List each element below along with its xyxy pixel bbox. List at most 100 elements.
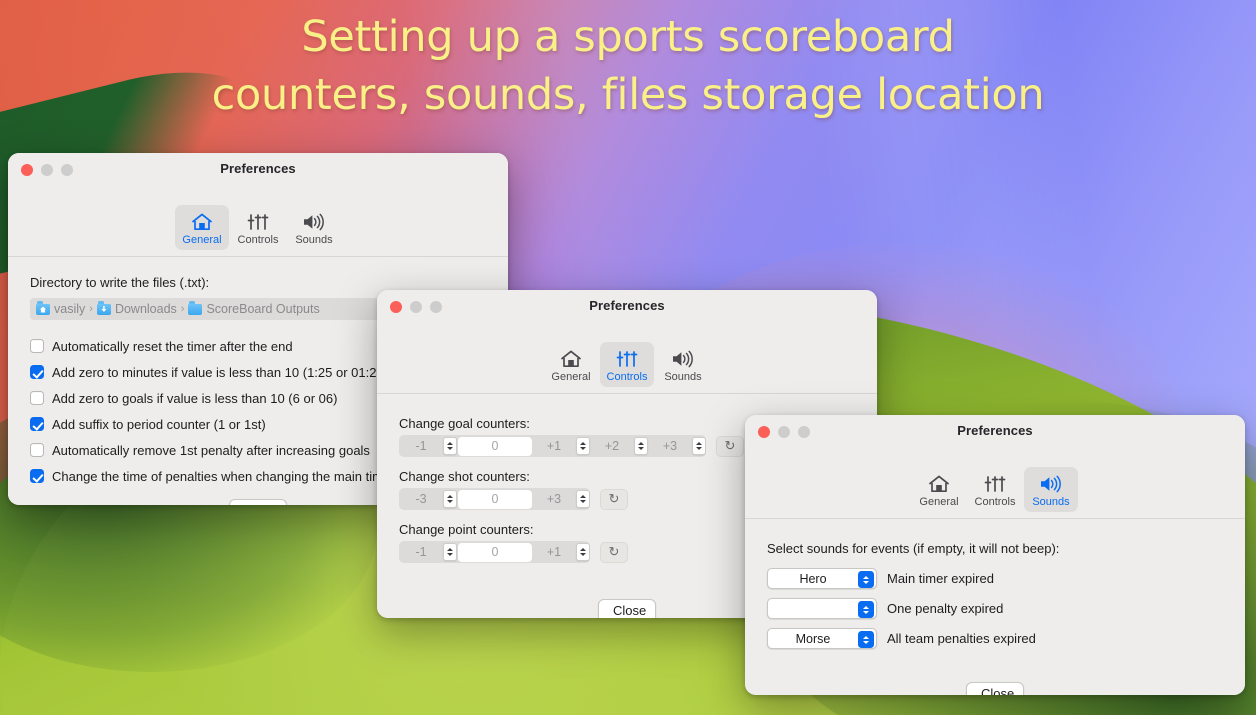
tab-sounds-label: Sounds [295,234,333,246]
home-icon [928,472,950,495]
checkbox-zero-goals[interactable] [30,391,44,405]
point-counter-plus1-label: +1 [546,545,562,559]
tabstrip-controls[interactable]: General Controls Sounds [377,342,877,393]
point-counter-value-field[interactable]: 0 [458,542,532,562]
tab-general[interactable]: General [544,342,598,387]
tab-controls-label: Controls [974,496,1016,508]
home-folder-icon [36,301,50,315]
tabstrip-general[interactable]: General Controls Sounds [8,205,508,256]
tab-general-label: General [919,496,959,508]
sliders-icon [616,347,638,370]
tab-controls-label: Controls [237,234,279,246]
checkbox-remove-penalty[interactable] [30,443,44,457]
chevron-updown-icon [858,601,874,618]
sound-row-main-timer[interactable]: Hero Main timer expired [767,568,1223,589]
reset-arrow-icon: ↻ [608,544,620,559]
point-counter-minus1-label: -1 [415,545,427,559]
sliders-icon [984,472,1006,495]
goal-counters-reset-button[interactable]: ↻ [716,435,744,457]
sound-select-main-timer[interactable]: Hero [767,568,877,589]
point-counter-minus1-group[interactable]: -1 0 +1 [399,541,590,563]
goal-counter-plus1-label: +1 [546,439,562,453]
close-button-sounds[interactable]: Close [966,682,1024,695]
checkbox-zero-minutes[interactable] [30,365,44,379]
folder-icon [188,301,203,315]
window-title: Preferences [589,298,665,313]
sounds-pane: Select sounds for events (if empty, it w… [745,519,1245,695]
point-counter-plus1-stepper[interactable] [576,543,590,561]
shot-counter-minus3-group[interactable]: -3 0 +3 [399,488,590,510]
tab-sounds[interactable]: Sounds [1024,467,1078,512]
window-title: Preferences [220,161,296,176]
window-title: Preferences [957,423,1033,438]
checkbox-label-zero-goals: Add zero to goals if value is less than … [52,390,338,406]
point-counter-minus1-stepper[interactable] [443,543,457,561]
downloads-folder-icon [96,301,111,315]
tab-controls[interactable]: Controls [968,467,1022,512]
goal-counter-plus1-stepper[interactable] [576,437,590,455]
tab-general-label: General [551,371,591,383]
sound-select-all-penalties[interactable]: Morse [767,628,877,649]
checkbox-period-suffix[interactable] [30,417,44,431]
checkbox-change-penalty-time[interactable] [30,469,44,483]
sliders-icon [247,210,269,233]
path-segment-1[interactable]: Downloads [96,301,177,316]
shot-counter-plus3-label: +3 [546,492,562,506]
titlebar-sounds[interactable]: Preferences [745,415,1245,467]
shot-counter-value-field[interactable]: 0 [458,489,532,509]
tab-general[interactable]: General [175,205,229,250]
path-segment-2[interactable]: ScoreBoard Outputs [188,301,320,316]
speaker-icon [671,347,695,370]
tab-general-label: General [182,234,222,246]
tab-controls[interactable]: Controls [600,342,654,387]
directory-path-control[interactable]: vasily › Downloads › ScoreBoard Outputs [30,298,388,320]
path-segment-2-label: ScoreBoard Outputs [206,302,320,316]
sound-label-all-penalties: All team penalties expired [887,631,1036,646]
checkbox-label-auto-reset-timer: Automatically reset the timer after the … [52,338,293,354]
shot-counter-minus3-stepper[interactable] [443,490,457,508]
chevron-updown-icon [858,571,874,588]
chevron-right-icon-0: › [89,303,93,315]
preferences-window-sounds[interactable]: Preferences General Controls Sounds Sele… [745,415,1245,695]
point-counters-reset-button[interactable]: ↻ [600,541,628,563]
reset-arrow-icon: ↻ [724,438,736,453]
tab-sounds[interactable]: Sounds [656,342,710,387]
home-icon [191,210,213,233]
sound-label-one-penalty: One penalty expired [887,601,1004,616]
close-button-general[interactable]: Close [229,499,287,505]
chevron-right-icon-1: › [180,303,185,315]
checkbox-label-change-penalty-time: Change the time of penalties when changi… [52,468,395,484]
titlebar-controls[interactable]: Preferences [377,290,877,342]
goal-counter-plus2-stepper[interactable] [634,437,648,455]
goal-counter-minus1-group[interactable]: -1 0 +1 +2 +3 [399,435,706,457]
speaker-icon [302,210,326,233]
checkbox-label-zero-minutes: Add zero to minutes if value is less tha… [52,364,389,380]
path-segment-1-label: Downloads [114,302,177,316]
goal-counter-plus3-label: +3 [662,439,678,453]
sound-row-all-penalties[interactable]: Morse All team penalties expired [767,628,1223,649]
close-button-controls[interactable]: Close [598,599,656,618]
shot-counters-reset-button[interactable]: ↻ [600,488,628,510]
sound-select-one-penalty[interactable] [767,598,877,619]
directory-label: Directory to write the files (.txt): [30,275,210,290]
goal-counter-plus3-stepper[interactable] [692,437,706,455]
sound-row-one-penalty[interactable]: One penalty expired [767,598,1223,619]
tabstrip-sounds[interactable]: General Controls Sounds [745,467,1245,518]
sound-select-main-timer-value: Hero [799,571,827,586]
path-segment-0-label: vasily [54,302,86,316]
chevron-updown-icon [858,631,874,648]
desktop: Setting up a sports scoreboard counters,… [0,0,1256,715]
goal-counter-minus1-stepper[interactable] [443,437,457,455]
goal-counter-minus1-label: -1 [415,439,427,453]
tab-controls[interactable]: Controls [231,205,285,250]
shot-counter-plus3-stepper[interactable] [576,490,590,508]
titlebar-general[interactable]: Preferences [8,153,508,205]
tab-sounds-label: Sounds [1032,496,1070,508]
checkbox-auto-reset-timer[interactable] [30,339,44,353]
tab-sounds[interactable]: Sounds [287,205,341,250]
goal-counter-value-field[interactable]: 0 [458,436,532,456]
speaker-icon [1039,472,1063,495]
tab-general[interactable]: General [912,467,966,512]
shot-counter-minus3-label: -3 [415,492,427,506]
path-segment-0[interactable]: vasily [36,301,86,316]
